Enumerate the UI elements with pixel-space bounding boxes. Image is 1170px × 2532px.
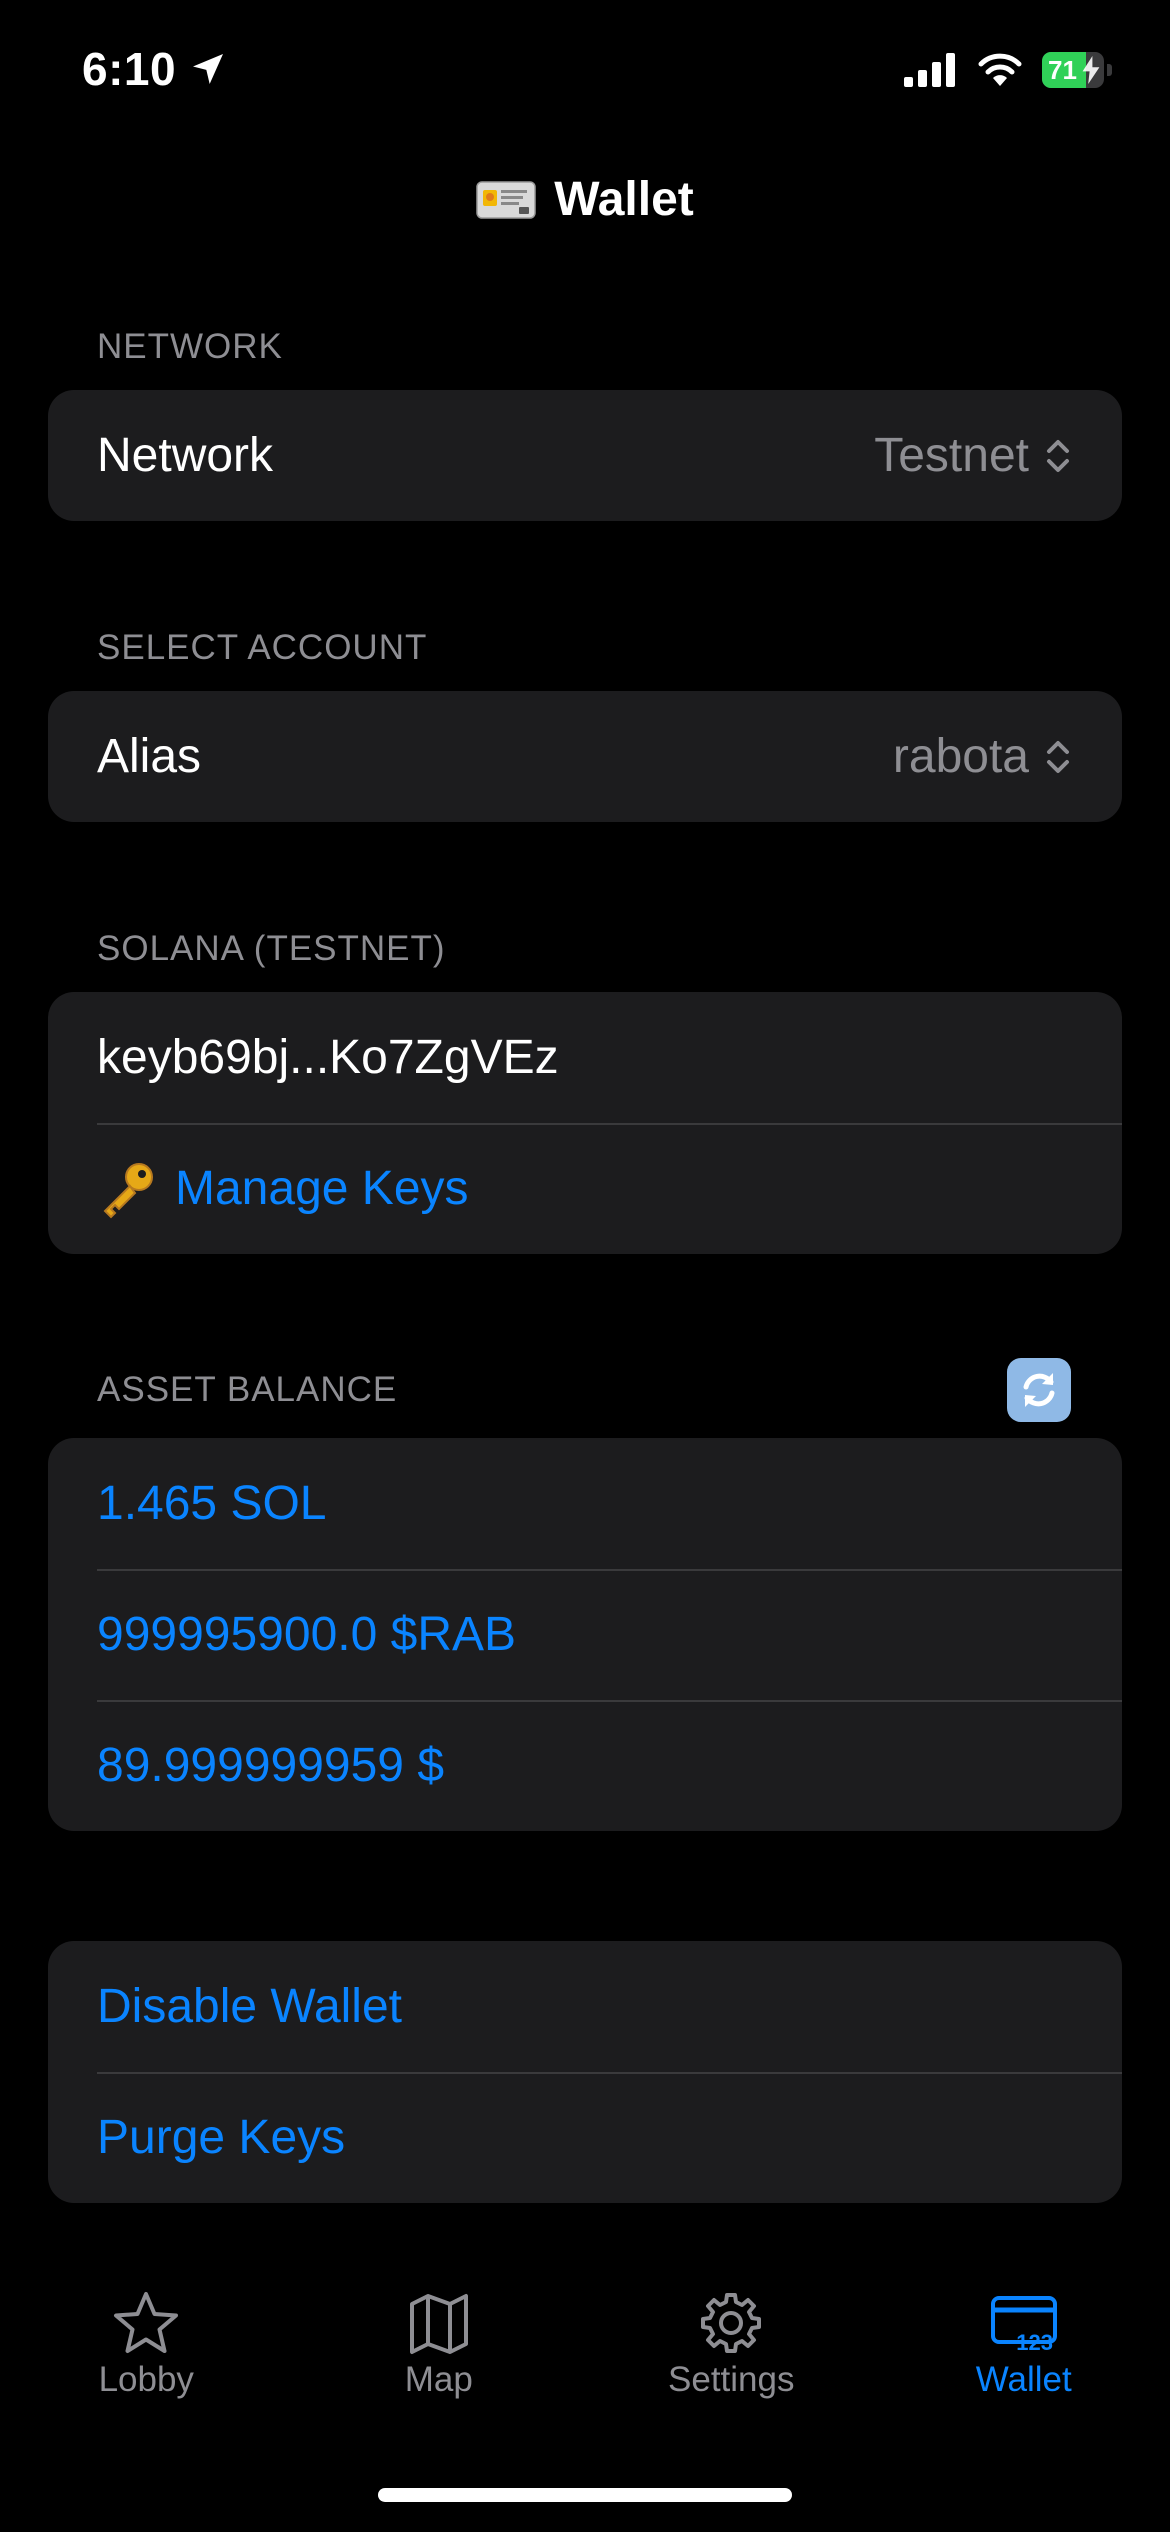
purge-keys-label: Purge Keys: [97, 2111, 346, 2164]
balance-row-rab[interactable]: 999995900.0 $RAB: [48, 1569, 1122, 1700]
account-group: Alias rabota: [48, 691, 1122, 822]
alias-picker[interactable]: Alias rabota: [48, 691, 1122, 822]
tab-lobby-label: Lobby: [98, 2360, 194, 2399]
svg-text:123: 123: [1016, 2330, 1053, 2355]
page-title: Wallet: [0, 172, 1170, 227]
balance-rab: 999995900.0 $RAB: [97, 1608, 517, 1661]
actions-group: Disable Wallet Purge Keys: [48, 1941, 1122, 2203]
purge-keys-button[interactable]: Purge Keys: [48, 2072, 1122, 2203]
tab-lobby[interactable]: Lobby: [0, 2270, 293, 2430]
solana-group: keyb69bj...Ko7ZgVEz Manage Keys: [48, 992, 1122, 1254]
refresh-icon: [1023, 1373, 1055, 1407]
tab-settings[interactable]: Settings: [585, 2270, 878, 2430]
balance-usd: 89.999999959 $: [97, 1739, 445, 1792]
section-header-account: SELECT ACCOUNT: [97, 628, 428, 667]
star-icon: [114, 2292, 179, 2353]
manage-keys-button[interactable]: Manage Keys: [48, 1123, 1122, 1254]
chevron-up-down-icon: [1047, 439, 1069, 472]
tab-map-label: Map: [404, 2360, 473, 2399]
map-icon: [409, 2294, 468, 2354]
page-title-text: Wallet: [554, 173, 694, 226]
home-indicator: [378, 2488, 792, 2502]
network-value: Testnet: [874, 428, 1073, 483]
balance-row-sol[interactable]: 1.465 SOL: [48, 1438, 1122, 1569]
refresh-button[interactable]: [1007, 1358, 1071, 1422]
disable-wallet-label: Disable Wallet: [97, 1980, 402, 2033]
manage-keys-label: Manage Keys: [175, 1162, 469, 1215]
section-header-balance: ASSET BALANCE: [97, 1370, 398, 1409]
status-time-text: 6:10: [82, 43, 177, 95]
network-label: Network: [97, 429, 274, 482]
tab-map[interactable]: Map: [293, 2270, 586, 2430]
balance-group: 1.465 SOL 999995900.0 $RAB 89.999999959 …: [48, 1438, 1122, 1831]
balance-row-usd[interactable]: 89.999999959 $: [48, 1700, 1122, 1831]
wallet-address: keyb69bj...Ko7ZgVEz: [97, 1031, 559, 1084]
disable-wallet-button[interactable]: Disable Wallet: [48, 1941, 1122, 2072]
wallet-address-row[interactable]: keyb69bj...Ko7ZgVEz: [48, 992, 1122, 1123]
location-arrow-icon: [193, 54, 224, 84]
tab-bar: Lobby Map Settings 123 Wallet: [0, 2270, 1170, 2430]
chevron-up-down-icon: [1047, 740, 1069, 773]
wallet-card-emoji-icon: [476, 180, 536, 219]
network-group: Network Testnet: [48, 390, 1122, 521]
status-bar: 6:10 71: [0, 0, 1170, 150]
alias-value: rabota: [893, 729, 1073, 784]
cellular-signal-icon: [904, 53, 955, 87]
network-picker[interactable]: Network Testnet: [48, 390, 1122, 521]
gear-icon: [701, 2293, 762, 2353]
section-header-network: NETWORK: [97, 327, 283, 366]
tab-wallet-label: Wallet: [975, 2360, 1072, 2399]
wifi-icon: [978, 53, 1022, 86]
wallet-card-icon: 123: [990, 2296, 1057, 2355]
section-header-solana: SOLANA (TESTNET): [97, 929, 446, 968]
balance-sol: 1.465 SOL: [97, 1477, 327, 1530]
tab-settings-label: Settings: [668, 2360, 795, 2399]
network-value-text: Testnet: [874, 429, 1029, 482]
battery-charging-icon: 71: [1042, 52, 1112, 88]
alias-value-text: rabota: [892, 730, 1029, 783]
alias-label: Alias: [97, 730, 202, 783]
tab-wallet[interactable]: 123 Wallet: [878, 2270, 1170, 2430]
status-time: 6:10: [82, 42, 228, 96]
key-icon: [103, 1162, 153, 1218]
system-icons: 71: [904, 52, 1112, 88]
